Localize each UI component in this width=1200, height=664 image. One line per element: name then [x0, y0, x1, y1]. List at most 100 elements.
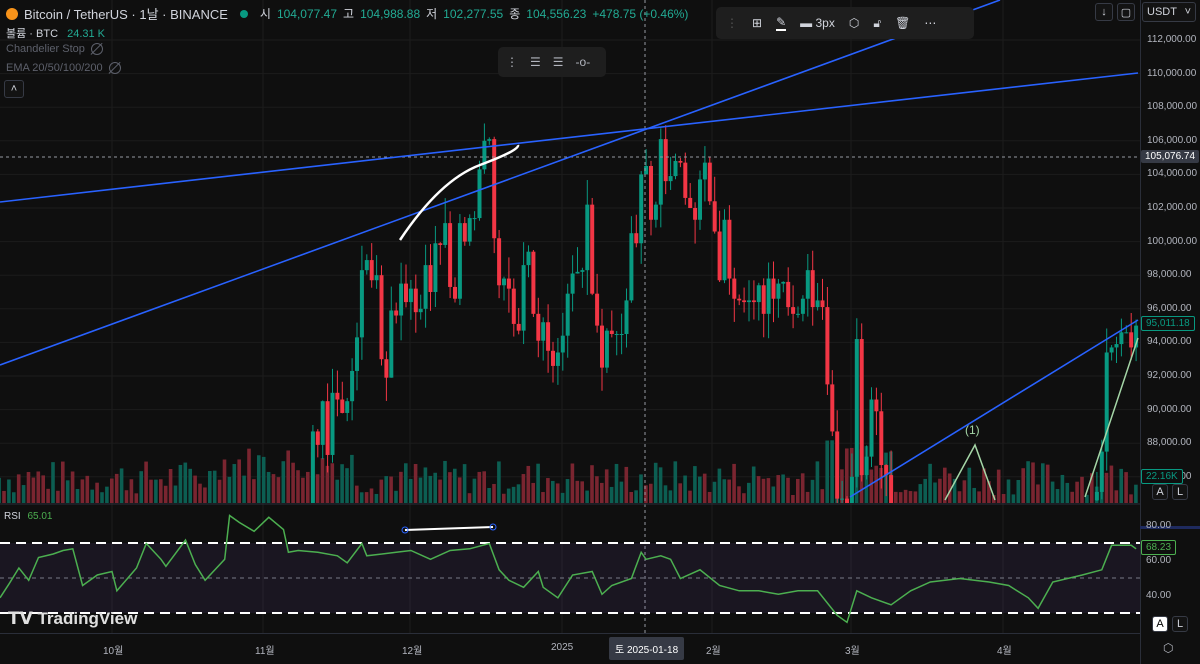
volume-bar [727, 479, 731, 503]
arrow-down-icon[interactable]: ↓ [1095, 3, 1113, 21]
volume-bar [257, 455, 261, 503]
last-price-label: 95,011.18 [1141, 316, 1195, 331]
trash-icon[interactable]: 🗑︎ [895, 16, 910, 30]
volume-bar [874, 465, 878, 503]
price-tick: 88,000.00 [1147, 437, 1192, 449]
open-label: 시 [259, 7, 271, 21]
volume-bar [394, 490, 398, 503]
volume-bar [957, 491, 962, 503]
volume-bar [629, 491, 633, 503]
drag-handle-icon[interactable]: ⋮ [726, 16, 738, 30]
volume-bar [933, 482, 937, 503]
high-label: 고 [343, 7, 355, 21]
volume-bar [315, 474, 320, 503]
chart-canvas[interactable]: (1) [0, 0, 1140, 633]
rsi-log-scale-button[interactable]: L [1172, 616, 1188, 632]
candle-body [766, 278, 771, 314]
candle-body [835, 431, 840, 499]
line-node-icon[interactable]: -o- [576, 55, 591, 69]
price-tick: 94,000.00 [1147, 336, 1192, 348]
candle-body [472, 218, 477, 220]
line-width-button[interactable]: ▬ 3px [800, 16, 835, 30]
drag-handle-icon[interactable]: ⋮ [506, 55, 518, 69]
candle-body [707, 162, 712, 202]
volume-bar [301, 477, 305, 503]
volume-bar [541, 492, 545, 503]
settings-list-icon[interactable]: ☰ [530, 55, 541, 69]
candle-body [355, 337, 359, 371]
volume-bar [737, 486, 741, 503]
candle-body [874, 399, 879, 412]
eye-hidden-icon[interactable] [90, 43, 103, 56]
indicator-ema[interactable]: EMA 20/50/100/200 [6, 62, 121, 75]
rsi-trendline[interactable] [404, 526, 494, 531]
volume-bar [673, 461, 678, 503]
fullscreen-icon[interactable]: ▢ [1117, 3, 1135, 21]
price-tick: 102,000.00 [1147, 202, 1198, 213]
volume-bar [46, 488, 50, 503]
auto-scale-button[interactable]: A [1152, 484, 1168, 500]
close-value: 104,556.23 [526, 6, 587, 21]
change-value: +478.75 (+0.46%) [592, 6, 689, 21]
candle-body [737, 298, 742, 301]
time-axis[interactable]: 10월 11월 12월 2025 2월 3월 4월 토 2025-01-18 [0, 633, 1140, 664]
settings-icon[interactable]: ⬡ [1163, 641, 1173, 655]
volume-bar [1065, 482, 1070, 503]
volume-bar [183, 462, 188, 503]
volume-bar [810, 479, 815, 503]
volume-bar [1080, 476, 1084, 503]
price-tick: 92,000.00 [1147, 370, 1192, 381]
rsi-legend[interactable]: RSI 65.01 [4, 511, 52, 522]
volume-bar [492, 483, 496, 503]
volume-bar [830, 440, 834, 503]
rsi-current-label: 68.23 [1141, 540, 1177, 555]
volume-bar [707, 491, 712, 503]
close-label: 종 [509, 7, 521, 21]
volume-bar [237, 459, 241, 503]
log-scale-button[interactable]: L [1172, 484, 1188, 500]
candle-body [531, 251, 536, 314]
unlock-icon[interactable]: 🔓︎ [873, 16, 881, 31]
candle-body [668, 176, 673, 182]
candle-body [506, 278, 511, 289]
candle-body [536, 313, 541, 341]
volume-bar [600, 482, 604, 503]
candle-body [369, 260, 374, 281]
volume-legend[interactable]: 볼륨 · BTC 24.31 K [6, 25, 105, 41]
volume-bar [776, 475, 780, 503]
price-tick: 106,000.00 [1147, 134, 1198, 146]
candle-body [756, 285, 761, 303]
candle-body [879, 411, 884, 466]
price-tick: 96,000.00 [1147, 302, 1192, 314]
volume-bar [712, 481, 717, 503]
candle-body [590, 204, 595, 294]
volume-bar [266, 471, 271, 503]
volume-bar [7, 479, 11, 503]
tradingview-logo[interactable]: 𝗧𝗩 TradingView [8, 609, 137, 629]
settings-hex-icon[interactable]: ⬡ [849, 16, 859, 30]
volume-bar [379, 479, 384, 503]
volume-bar [845, 448, 849, 503]
price-tick: 104,000.00 [1147, 168, 1198, 180]
candle-body [786, 281, 791, 308]
candle-body [477, 169, 482, 219]
eye-hidden-icon[interactable] [108, 62, 121, 75]
indicator-chandelier[interactable]: Chandelier Stop [6, 43, 103, 56]
candle-body [595, 293, 600, 326]
symbol-title[interactable]: Bitcoin / TetherUS · 1날 · BINANCE [24, 4, 228, 23]
volume-bar [462, 464, 467, 503]
trendline-1[interactable] [0, 72, 1139, 203]
volume-bar [751, 466, 756, 503]
volume-bar [232, 464, 237, 503]
volume-bar [1055, 489, 1060, 503]
more-icon[interactable]: ⋯ [924, 16, 936, 30]
volume-bar [732, 463, 736, 503]
candle-body [800, 298, 805, 314]
settings-list-2-icon[interactable]: ☰ [553, 55, 564, 69]
volume-bar [413, 463, 418, 503]
trendline-3[interactable] [849, 319, 1139, 498]
pencil-color-icon[interactable]: ✎ [776, 15, 787, 31]
rsi-auto-scale-button[interactable]: A [1152, 616, 1168, 632]
add-template-icon[interactable]: ⊞ [752, 16, 762, 30]
collapse-legend-button[interactable]: ˄ [4, 80, 24, 98]
